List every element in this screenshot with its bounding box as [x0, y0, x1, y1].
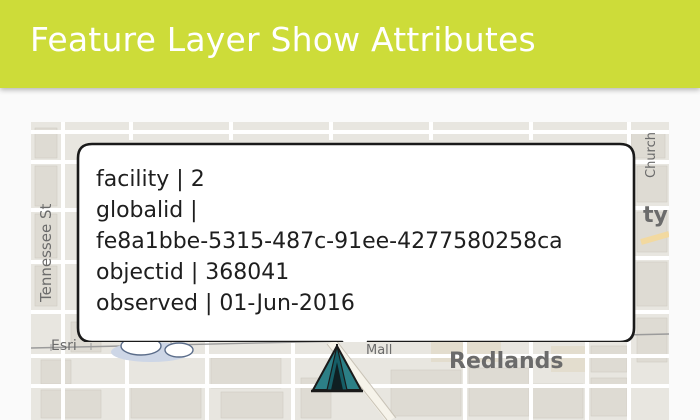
- map-label-city: Redlands: [449, 349, 564, 374]
- attribute-objectid: objectid | 368041: [96, 260, 290, 285]
- map-label-mall: Mall: [366, 343, 392, 358]
- map-label-right: ty: [643, 203, 668, 228]
- campsite-tent-icon[interactable]: [309, 343, 365, 396]
- map-label-street: Tennessee St: [37, 204, 55, 303]
- attribute-observed: observed | 01-Jun-2016: [96, 291, 355, 316]
- attribute-facility: facility | 2: [96, 167, 205, 192]
- attribute-callout[interactable]: facility | 2 globalid | fe8a1bbe-5315-48…: [76, 142, 636, 342]
- callout-content: facility | 2 globalid | fe8a1bbe-5315-48…: [96, 164, 626, 319]
- app-bar: Feature Layer Show Attributes: [0, 0, 700, 88]
- map-label-esri: Esri: [51, 338, 77, 354]
- map-label-church: Church: [644, 132, 659, 178]
- app-title: Feature Layer Show Attributes: [30, 20, 536, 59]
- attribute-globalid-label: globalid |: [96, 198, 198, 223]
- attribute-globalid-value: fe8a1bbe-5315-487c-91ee-4277580258ca: [96, 229, 563, 254]
